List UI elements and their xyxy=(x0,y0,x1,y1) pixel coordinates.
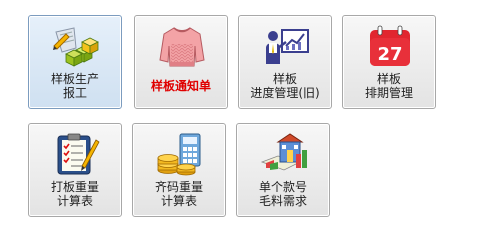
tile-label-line2: 计算表 xyxy=(160,194,197,208)
tile-label-line1: 样板 xyxy=(376,72,401,86)
calendar-day: 27 xyxy=(377,44,402,65)
size-set-weight-calculator-button[interactable]: 齐码重量 计算表 xyxy=(132,123,226,217)
tile-label: 样板生产 报工 xyxy=(29,66,121,106)
sample-production-report-button[interactable]: 样板生产 报工 xyxy=(28,15,122,109)
tile-label-line1: 齐码重量 xyxy=(154,180,203,194)
tile-label-line1: 样板通知单 xyxy=(150,79,211,93)
clipboard-checklist-icon xyxy=(52,132,100,176)
tile-label: 样板通知单 xyxy=(135,66,227,106)
tile-label-line1: 样板 xyxy=(272,72,297,86)
sample-scheduling-management-button[interactable]: 27 样板 排期管理 xyxy=(342,15,436,109)
tile-label-line1: 打板重量 xyxy=(50,180,99,194)
sweater-icon xyxy=(158,24,206,68)
blocks-pencil-icon xyxy=(52,24,100,68)
tile-label: 单个款号 毛料需求 xyxy=(237,174,329,214)
presenter-chart-icon xyxy=(262,24,310,68)
coins-calculator-icon xyxy=(156,132,204,176)
tile-label: 样板 进度管理(旧) xyxy=(239,66,331,106)
house-chart-icon xyxy=(260,132,308,176)
tile-label: 打板重量 计算表 xyxy=(29,174,121,214)
tile-label-line2: 排期管理 xyxy=(364,86,413,100)
tile-label-line2: 毛料需求 xyxy=(258,194,307,208)
single-style-wool-requirement-button[interactable]: 单个款号 毛料需求 xyxy=(236,123,330,217)
tile-label: 样板 排期管理 xyxy=(343,66,435,106)
sample-progress-management-old-button[interactable]: 样板 进度管理(旧) xyxy=(238,15,332,109)
tile-label-line1: 单个款号 xyxy=(258,180,307,194)
tile-label-line1: 样板生产 xyxy=(50,72,99,86)
tile-label-line2: 计算表 xyxy=(56,194,93,208)
tile-label: 齐码重量 计算表 xyxy=(133,174,225,214)
function-panel: 样板生产 报工 样板通知单 样板 进度管理(旧) 27 样板 排期管理 打板重量… xyxy=(0,0,497,247)
tile-label-line2: 进度管理(旧) xyxy=(250,86,320,100)
sample-notice-button[interactable]: 样板通知单 xyxy=(134,15,228,109)
proof-weight-calculator-button[interactable]: 打板重量 计算表 xyxy=(28,123,122,217)
tile-label-line2: 报工 xyxy=(62,86,87,100)
calendar-icon: 27 xyxy=(366,24,414,68)
